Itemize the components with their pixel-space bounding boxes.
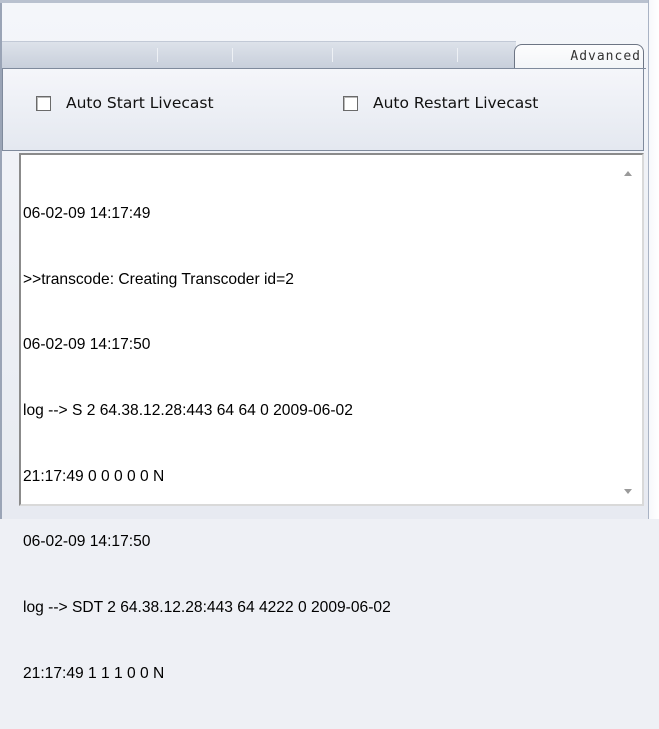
advanced-options-panel: Auto Start Livecast Auto Restart Livecas… bbox=[2, 69, 644, 151]
tab-separator bbox=[157, 48, 158, 62]
log-text: 06-02-09 14:17:49 >>transcode: Creating … bbox=[23, 159, 621, 729]
window-right-border bbox=[648, 0, 659, 519]
inactive-tabs-area bbox=[2, 41, 516, 68]
auto-restart-livecast-label: Auto Restart Livecast bbox=[373, 94, 539, 112]
log-line: log --> SDT 2 64.38.12.28:443 64 4222 0 … bbox=[23, 599, 391, 617]
tab-separator bbox=[232, 48, 233, 62]
livecast-window: Advanced Auto Start Livecast Auto Restar… bbox=[0, 0, 659, 682]
auto-start-livecast-label: Auto Start Livecast bbox=[66, 94, 214, 112]
log-line: >>transcode: Creating Transcoder id=2 bbox=[23, 270, 294, 288]
auto-restart-livecast-checkbox[interactable] bbox=[343, 95, 358, 111]
log-output-textarea[interactable]: 06-02-09 14:17:49 >>transcode: Creating … bbox=[19, 153, 644, 682]
tab-separator bbox=[457, 48, 458, 62]
auto-start-livecast-option[interactable]: Auto Start Livecast bbox=[36, 94, 214, 112]
log-line: 06-02-09 14:17:50 bbox=[23, 336, 151, 354]
log-line: 21:17:49 0 0 0 0 0 N bbox=[23, 467, 165, 485]
scroll-up-arrow-icon[interactable] bbox=[624, 171, 632, 176]
auto-restart-livecast-option[interactable]: Auto Restart Livecast bbox=[343, 94, 538, 112]
tab-separator bbox=[332, 48, 333, 62]
log-line: 06-02-09 14:17:49 bbox=[23, 204, 151, 222]
log-line: log --> S 2 64.38.12.28:443 64 64 0 2009… bbox=[23, 401, 353, 419]
auto-start-livecast-checkbox[interactable] bbox=[36, 95, 51, 111]
window-top-border bbox=[0, 0, 651, 3]
log-line: 21:17:49 1 1 1 0 0 N bbox=[23, 664, 165, 682]
scroll-down-arrow-icon[interactable] bbox=[624, 489, 632, 494]
tab-strip: Advanced bbox=[2, 38, 646, 69]
tab-advanced[interactable]: Advanced bbox=[514, 44, 644, 68]
log-line: 06-02-09 14:17:50 bbox=[23, 533, 151, 551]
